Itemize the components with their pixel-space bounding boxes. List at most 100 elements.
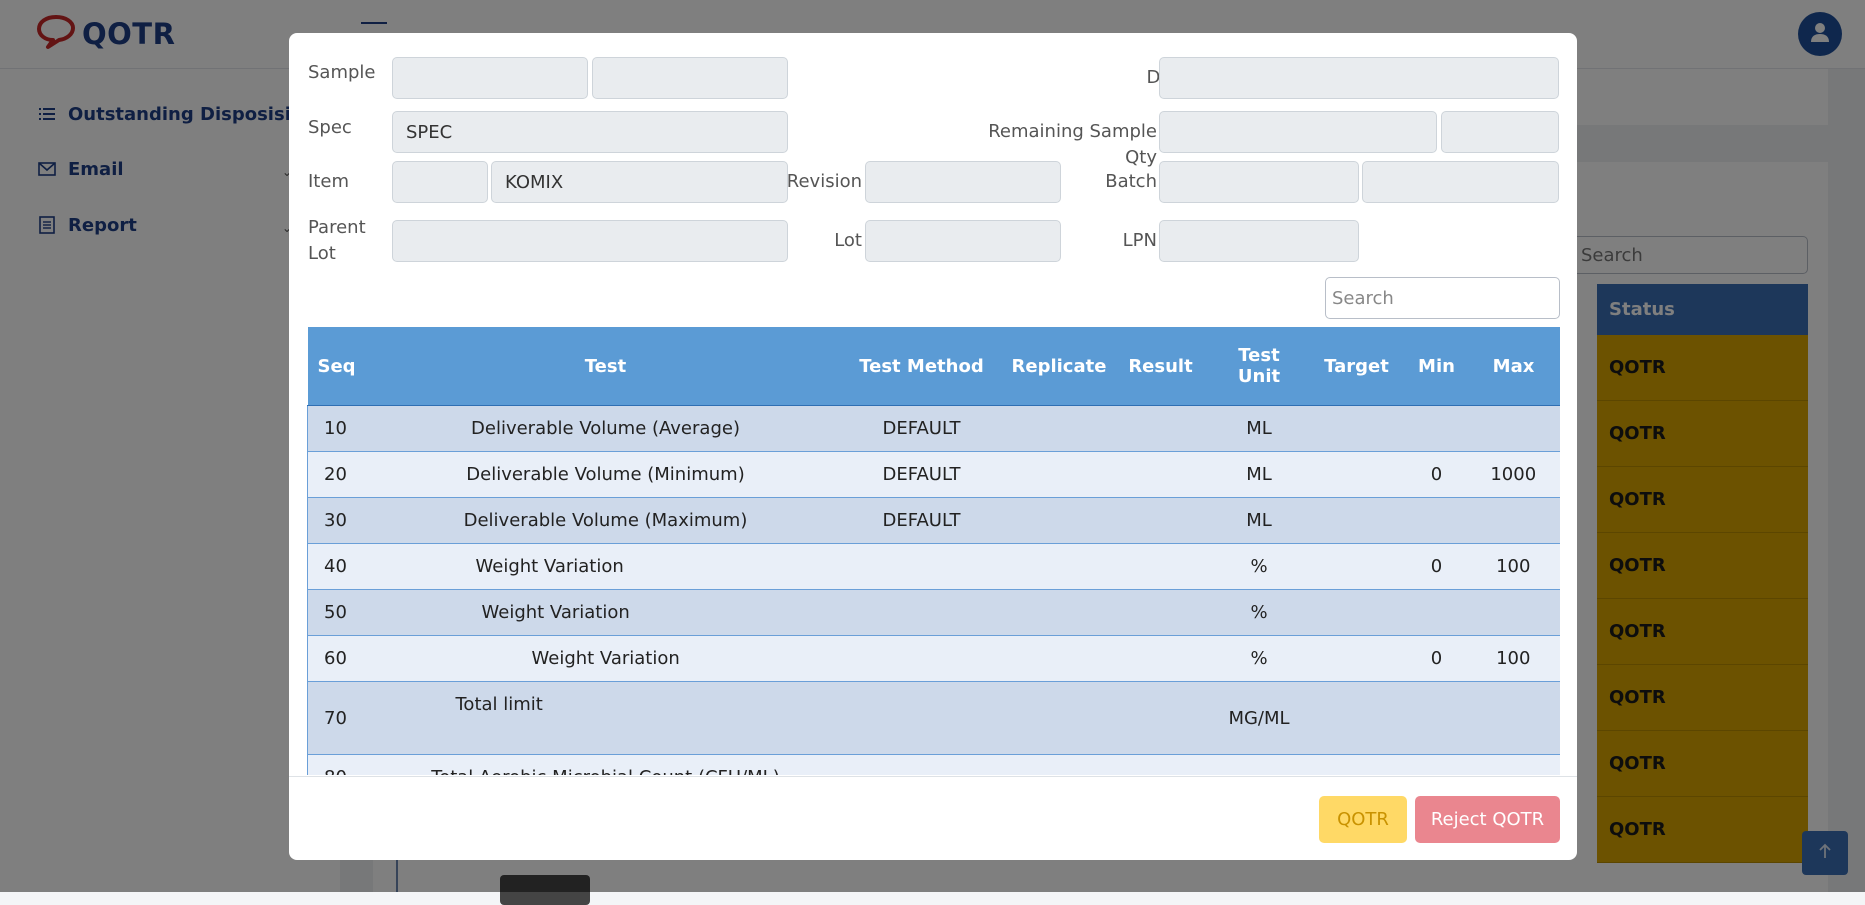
- item-label: Item: [308, 171, 349, 192]
- cell-test-method: DEFAULT: [835, 405, 1008, 452]
- cell-result: [1109, 405, 1212, 452]
- cell-max: 100: [1466, 543, 1560, 590]
- cell-result: [1109, 589, 1212, 636]
- cell-min: 0: [1406, 635, 1467, 682]
- cell-target: [1306, 497, 1407, 544]
- cell-max: [1466, 681, 1560, 755]
- reject-qotr-button[interactable]: Reject QOTR: [1415, 796, 1560, 843]
- table-row[interactable]: 10 Deliverable Volume (Average) DEFAULT …: [307, 405, 1560, 452]
- cell-test: Deliverable Volume (Maximum): [375, 497, 836, 544]
- column-header-min[interactable]: Min: [1406, 327, 1467, 406]
- cell-max: 100: [1466, 635, 1560, 682]
- cell-test-method: [835, 754, 1008, 775]
- cell-test-unit: [1211, 754, 1307, 775]
- cell-test-unit: ML: [1211, 497, 1307, 544]
- qotr-button[interactable]: QOTR: [1319, 796, 1407, 843]
- column-header-max[interactable]: Max: [1466, 327, 1560, 406]
- cell-seq: 80: [307, 754, 376, 775]
- cell-test-unit: %: [1211, 635, 1307, 682]
- cell-replicate: [1007, 754, 1110, 775]
- parent-lot-label: Parent Lot: [308, 217, 366, 264]
- cell-result: [1109, 543, 1212, 590]
- cell-test: Total limit: [375, 681, 836, 755]
- item-name-field[interactable]: KOMIX: [491, 161, 788, 203]
- cell-min: [1406, 405, 1467, 452]
- parent-lot-field[interactable]: [392, 220, 788, 262]
- cell-result: [1109, 754, 1212, 775]
- lot-label: Lot: [834, 230, 862, 251]
- table-search-input[interactable]: [1325, 277, 1560, 319]
- column-header-target[interactable]: Target: [1306, 327, 1407, 406]
- table-row[interactable]: 20 Deliverable Volume (Minimum) DEFAULT …: [307, 451, 1560, 498]
- cell-replicate: [1007, 543, 1110, 590]
- cell-test: Deliverable Volume (Average): [375, 405, 836, 452]
- remaining-sample-uom-field[interactable]: [1441, 111, 1559, 153]
- spec-field[interactable]: SPEC: [392, 111, 788, 153]
- column-header-test[interactable]: Test: [375, 327, 836, 406]
- cell-test: Deliverable Volume (Minimum): [375, 451, 836, 498]
- cell-replicate: [1007, 681, 1110, 755]
- cell-target: [1306, 543, 1407, 590]
- cell-test-method: DEFAULT: [835, 497, 1008, 544]
- sample-field[interactable]: [392, 57, 588, 99]
- cell-target: [1306, 451, 1407, 498]
- cell-test-unit: MG/ML: [1211, 681, 1307, 755]
- table-row[interactable]: 50 Weight Variation %: [307, 589, 1560, 636]
- revision-label: Revision: [786, 171, 862, 192]
- cell-test: Weight Variation: [375, 543, 836, 590]
- cell-seq: 60: [307, 635, 376, 682]
- cell-replicate: [1007, 405, 1110, 452]
- cell-target: [1306, 589, 1407, 636]
- qotr-detail-modal: Sample Disposition Spec SPEC Remaining S…: [289, 33, 1577, 860]
- table-row[interactable]: 30 Deliverable Volume (Maximum) DEFAULT …: [307, 497, 1560, 544]
- cell-target: [1306, 635, 1407, 682]
- cell-seq: 50: [307, 589, 376, 636]
- lot-field[interactable]: [865, 220, 1061, 262]
- cell-replicate: [1007, 497, 1110, 544]
- batch-field-2[interactable]: [1362, 161, 1559, 203]
- column-header-seq[interactable]: Seq: [307, 327, 376, 406]
- cell-test: Weight Variation: [375, 589, 836, 636]
- table-row[interactable]: 60 Weight Variation % 0 100: [307, 635, 1560, 682]
- cell-max: [1466, 589, 1560, 636]
- cell-target: [1306, 405, 1407, 452]
- lpn-field[interactable]: [1159, 220, 1359, 262]
- cell-test-method: [835, 635, 1008, 682]
- cell-min: [1406, 589, 1467, 636]
- column-header-test-method[interactable]: Test Method: [835, 327, 1008, 406]
- cell-target: [1306, 754, 1407, 775]
- cell-min: 0: [1406, 543, 1467, 590]
- sample-label: Sample: [308, 62, 376, 83]
- sample-field-2[interactable]: [592, 57, 788, 99]
- revision-field[interactable]: [865, 161, 1061, 203]
- table-row[interactable]: 80 Total Aerobic Microbial Count (CFU/ML…: [307, 754, 1560, 775]
- cell-result: [1109, 681, 1212, 755]
- column-header-replicate[interactable]: Replicate: [1007, 327, 1110, 406]
- column-header-result[interactable]: Result: [1109, 327, 1212, 406]
- cell-max: [1466, 405, 1560, 452]
- cell-test-method: DEFAULT: [835, 451, 1008, 498]
- batch-field[interactable]: [1159, 161, 1359, 203]
- cell-test: Weight Variation: [375, 635, 836, 682]
- remaining-sample-qty-field[interactable]: [1159, 111, 1437, 153]
- cell-max: 1000: [1466, 451, 1560, 498]
- table-row[interactable]: 70 Total limit MG/ML: [307, 681, 1560, 755]
- cell-test-unit: %: [1211, 589, 1307, 636]
- disposition-field[interactable]: [1159, 57, 1559, 99]
- cell-replicate: [1007, 635, 1110, 682]
- cell-min: [1406, 754, 1467, 775]
- cell-min: 0: [1406, 451, 1467, 498]
- cell-target: [1306, 681, 1407, 755]
- table-row[interactable]: 40 Weight Variation % 0 100: [307, 543, 1560, 590]
- tests-table-container[interactable]: Seq Test Test Method Replicate Result Te…: [307, 327, 1560, 775]
- cell-replicate: [1007, 589, 1110, 636]
- cell-test-method: [835, 681, 1008, 755]
- cell-max: [1466, 754, 1560, 775]
- item-code-field[interactable]: [392, 161, 488, 203]
- cell-test-method: [835, 543, 1008, 590]
- tests-table: Seq Test Test Method Replicate Result Te…: [307, 327, 1560, 775]
- cell-test-unit: ML: [1211, 405, 1307, 452]
- modal-footer-divider: [289, 776, 1577, 777]
- column-header-test-unit[interactable]: Test Unit: [1211, 327, 1307, 406]
- cell-result: [1109, 451, 1212, 498]
